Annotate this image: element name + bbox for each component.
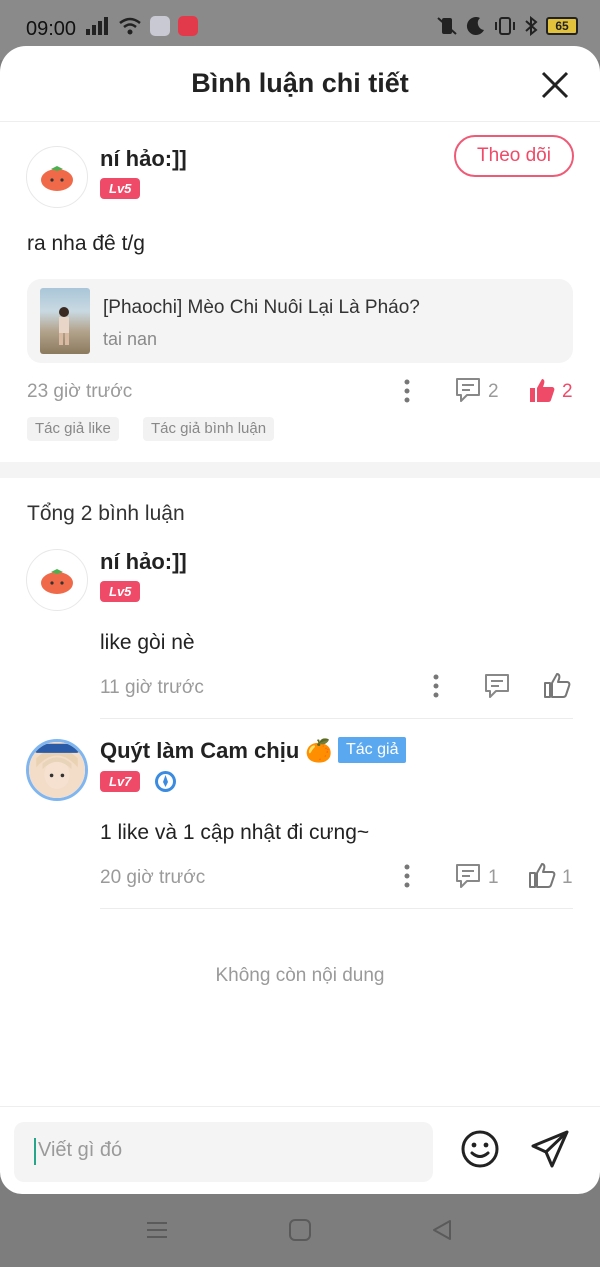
avatar[interactable]: [26, 549, 88, 611]
reply-icon[interactable]: [454, 376, 482, 404]
author-avatar[interactable]: [26, 739, 88, 801]
avatar[interactable]: [26, 146, 88, 208]
story-title: [Phaochi] Mèo Chi Nuôi Lại Là Pháo?: [103, 297, 420, 318]
author-username[interactable]: Quýt làm Cam chịu 🍊: [100, 738, 333, 764]
like-count: 1: [562, 867, 573, 888]
end-of-content: Không còn nội dung: [215, 965, 385, 986]
reply-time: 11 giờ trước: [100, 677, 204, 698]
total-comments: Tổng 2 bình luận: [27, 502, 185, 525]
like-thumb-icon[interactable]: [528, 861, 556, 889]
status-time: 09:00: [26, 18, 77, 40]
moon-icon: [466, 17, 484, 36]
tag-author-like: Tác giả like: [27, 417, 119, 441]
reply-divider: [100, 718, 573, 719]
story-card[interactable]: [Phaochi] Mèo Chi Nuôi Lại Là Pháo? tai …: [27, 279, 573, 363]
battery-icon: 65: [546, 17, 578, 35]
home-nav-icon[interactable]: [288, 1218, 312, 1242]
liked-thumb-icon[interactable]: [528, 376, 556, 404]
verified-writer-icon: [155, 771, 176, 792]
sheet-header: Bình luận chi tiết: [0, 46, 600, 122]
section-divider: [0, 462, 600, 478]
reply-divider: [100, 908, 573, 909]
wifi-icon: [119, 17, 141, 35]
comment-composer: Viết gì đó: [0, 1106, 600, 1194]
reply-icon[interactable]: [454, 862, 482, 890]
tomato-avatar-icon: [41, 569, 73, 594]
reply-text: 1 like và 1 cập nhật đi cưng~: [100, 821, 370, 844]
follow-button[interactable]: Theo dõi: [454, 135, 574, 177]
app-notification-icon: [150, 16, 170, 36]
username[interactable]: ní hảo:]]: [100, 146, 187, 172]
more-options-icon[interactable]: [400, 378, 414, 404]
bluetooth-icon: [525, 16, 538, 36]
send-icon[interactable]: [530, 1129, 570, 1169]
menu-nav-icon[interactable]: [145, 1219, 169, 1241]
comment-input[interactable]: Viết gì đó: [14, 1122, 433, 1182]
vibrate-icon: [495, 17, 515, 35]
level-badge: Lv5: [100, 581, 141, 602]
author-badge: Tác giả: [338, 737, 407, 763]
level-badge: Lv5: [100, 178, 141, 199]
tag-author-comment: Tác giả bình luận: [143, 417, 275, 441]
reply-count: 2: [488, 381, 499, 402]
recorder-notification-icon: [178, 16, 198, 36]
reply-time: 20 giờ trước: [100, 867, 206, 888]
tomato-avatar-icon: [41, 166, 73, 191]
close-icon[interactable]: [540, 70, 570, 100]
author-avatar-image: [29, 742, 85, 798]
status-right-icons: 65: [436, 16, 578, 36]
sheet-title: Bình luận chi tiết: [191, 68, 409, 98]
comment-text: ra nha đê t/g: [27, 232, 145, 255]
text-caret: [34, 1138, 36, 1165]
comment-input-placeholder: Viết gì đó: [38, 1139, 123, 1161]
story-subtitle: tai nan: [103, 329, 158, 349]
comment-time: 23 giờ trước: [27, 381, 133, 402]
reply-text: like gòi nè: [100, 631, 195, 654]
vibrate-off-icon: [437, 17, 457, 35]
reply-icon[interactable]: [483, 672, 511, 700]
level-badge: Lv7: [100, 771, 141, 792]
story-thumbnail: [40, 288, 90, 354]
like-thumb-icon[interactable]: [543, 671, 571, 699]
emoji-icon[interactable]: [460, 1129, 500, 1169]
status-left-icons: [86, 16, 198, 36]
signal-icon: [86, 17, 108, 35]
comment-detail-sheet: Bình luận chi tiết ní hảo:]] Lv5 Theo dõ…: [0, 46, 600, 1194]
more-options-icon[interactable]: [400, 863, 414, 889]
back-nav-icon[interactable]: [430, 1218, 454, 1242]
username[interactable]: ní hảo:]]: [100, 549, 187, 575]
like-count: 2: [562, 381, 573, 402]
system-navigation-bar: [0, 1194, 600, 1267]
reply-count: 1: [488, 867, 499, 888]
more-options-icon[interactable]: [429, 673, 443, 699]
